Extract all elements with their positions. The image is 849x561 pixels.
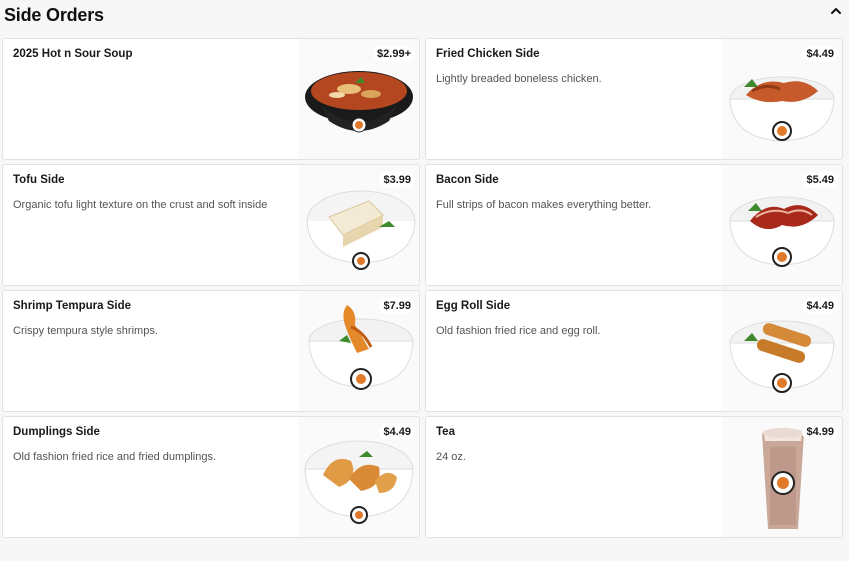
collapse-button[interactable] (827, 2, 845, 20)
menu-item-card-dumplings-side[interactable]: Dumplings Side Old fashion fried rice an… (2, 416, 420, 538)
item-price: $3.99 (379, 172, 415, 188)
item-name: Tea (436, 426, 455, 438)
menu-item-card-bacon-side[interactable]: Bacon Side Full strips of bacon makes ev… (425, 164, 843, 286)
item-description: Full strips of bacon makes everything be… (436, 199, 652, 211)
item-name: Shrimp Tempura Side (13, 300, 132, 312)
section-header: Side Orders (0, 0, 849, 34)
item-price: $2.99+ (373, 46, 415, 62)
item-price: $4.99 (802, 424, 838, 440)
item-name: Tofu Side (13, 174, 65, 186)
item-name: Dumplings Side (13, 426, 100, 438)
menu-item-card-tea[interactable]: Tea 24 oz. $4.99 (425, 416, 843, 538)
item-description: Old fashion fried rice and fried dumplin… (13, 451, 216, 463)
item-price: $5.49 (802, 172, 838, 188)
menu-item-card-fried-chicken-side[interactable]: Fried Chicken Side Lightly breaded bonel… (425, 38, 843, 160)
item-price: $4.49 (802, 46, 838, 62)
menu-item-card-shrimp-tempura-side[interactable]: Shrimp Tempura Side Crispy tempura style… (2, 290, 420, 412)
item-name: Fried Chicken Side (436, 48, 540, 60)
menu-item-card-tofu-side[interactable]: Tofu Side Organic tofu light texture on … (2, 164, 420, 286)
item-name: Egg Roll Side (436, 300, 511, 312)
item-price: $7.99 (379, 298, 415, 314)
menu-item-card-egg-roll-side[interactable]: Egg Roll Side Old fashion fried rice and… (425, 290, 843, 412)
item-price: $4.49 (802, 298, 838, 314)
menu-item-grid: 2025 Hot n Sour Soup $2.99+ Fried Chicke… (2, 38, 843, 538)
item-description: Lightly breaded boneless chicken. (436, 73, 602, 85)
section-title: Side Orders (4, 5, 104, 25)
item-description: Old fashion fried rice and egg roll. (436, 325, 601, 337)
item-name: 2025 Hot n Sour Soup (13, 48, 133, 60)
item-name: Bacon Side (436, 174, 499, 186)
item-description: 24 oz. (436, 451, 466, 463)
chevron-up-icon (831, 8, 841, 14)
menu-item-card-hot-n-sour-soup[interactable]: 2025 Hot n Sour Soup $2.99+ (2, 38, 420, 160)
item-description: Crispy tempura style shrimps. (13, 325, 158, 337)
item-description: Organic tofu light texture on the crust … (13, 199, 268, 211)
item-price: $4.49 (379, 424, 415, 440)
